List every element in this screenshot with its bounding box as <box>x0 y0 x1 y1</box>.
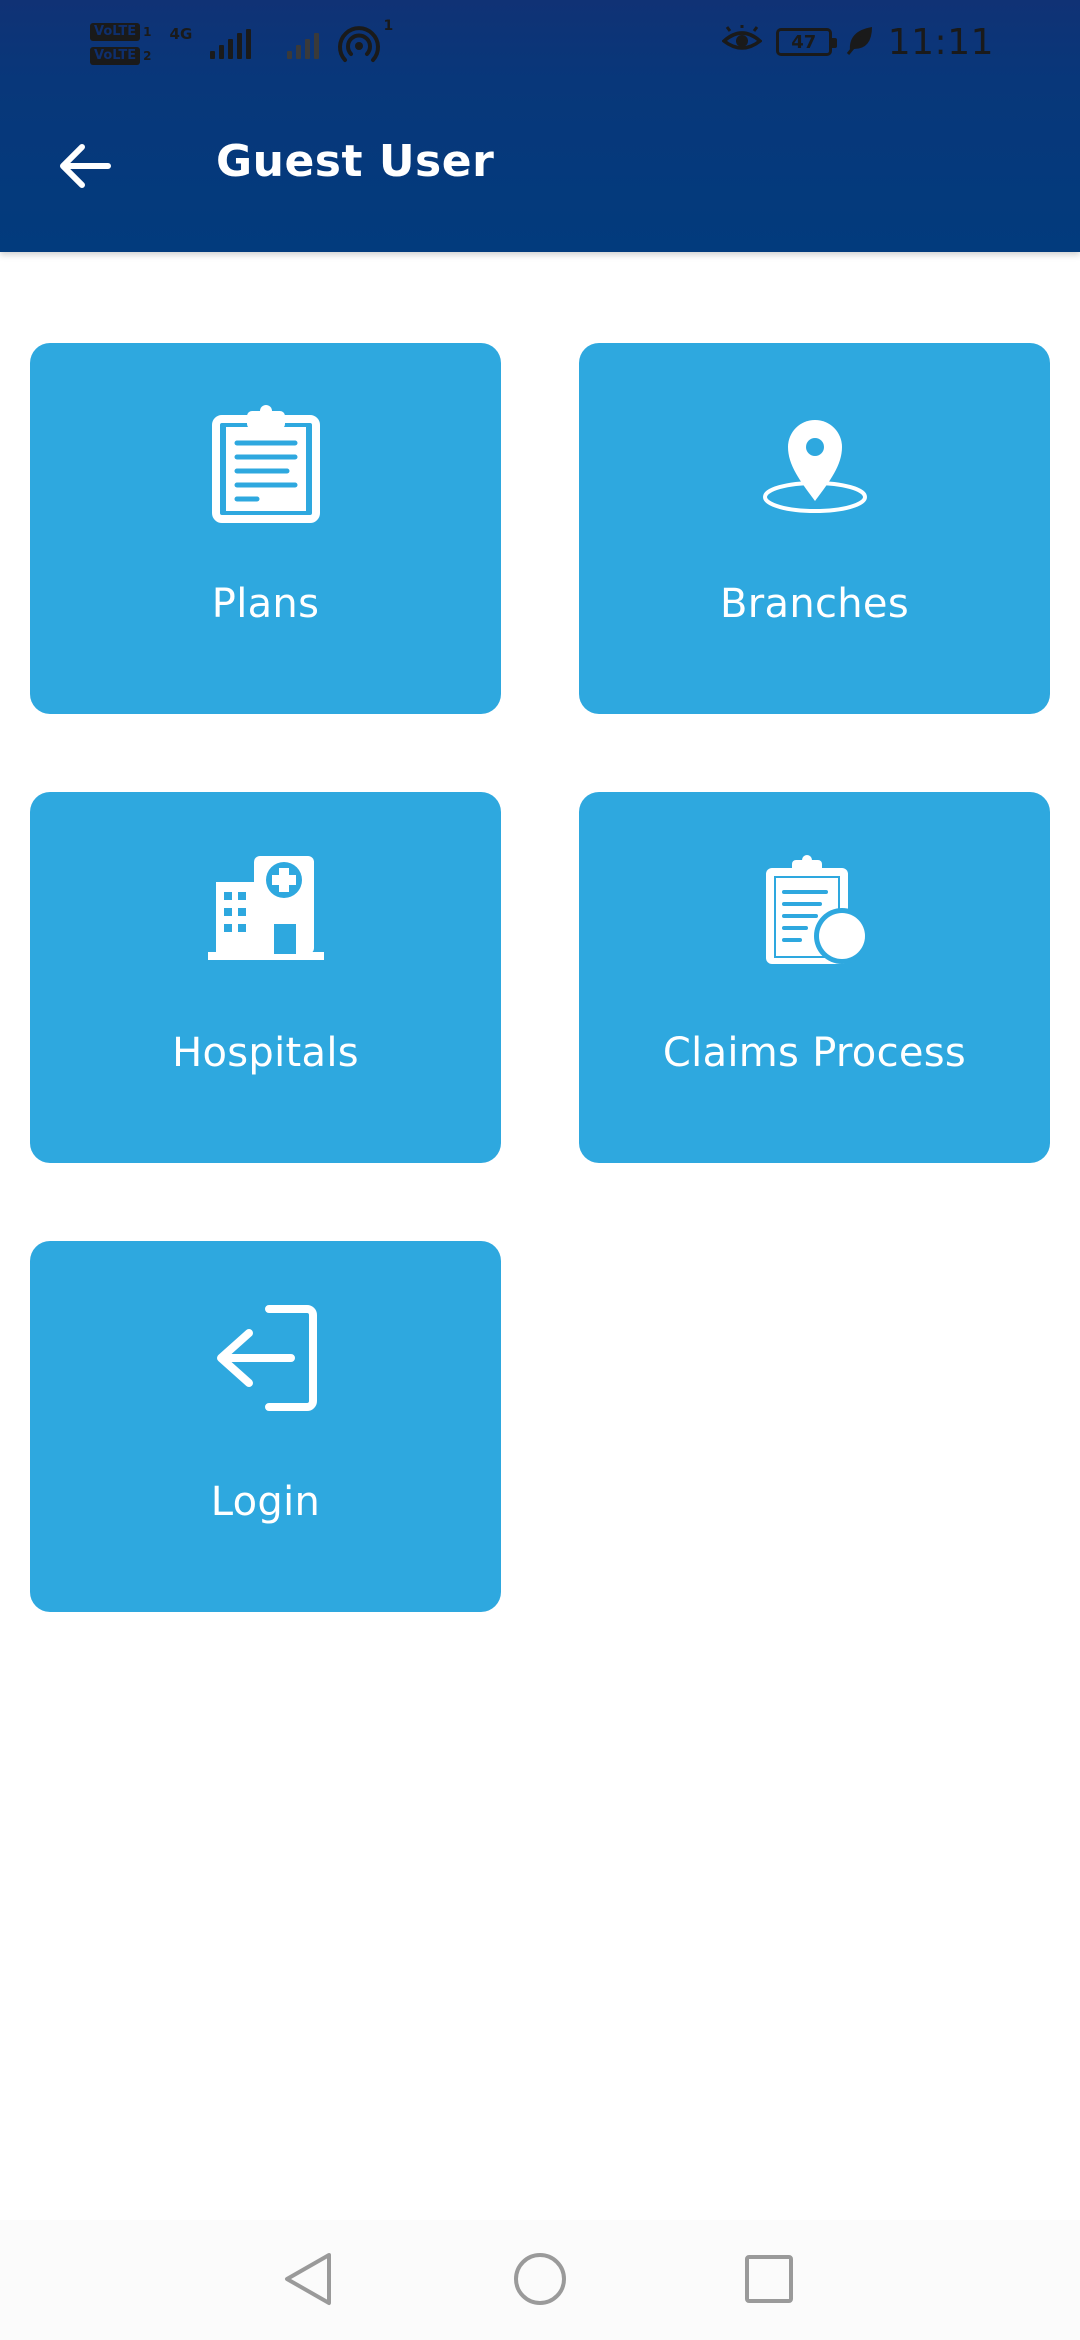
volte-badge: VoLTE <box>90 47 141 65</box>
sim1-number: 1 <box>143 25 152 39</box>
nav-recents-button[interactable] <box>734 2246 804 2316</box>
sim2-number: 2 <box>143 49 152 63</box>
plans-label: Plans <box>211 581 320 627</box>
nav-recents-icon <box>744 2254 794 2308</box>
volte-sim2: VoLTE 2 <box>90 47 152 65</box>
battery-level: 47 <box>791 31 817 53</box>
claims-process-label: Claims Process <box>662 1030 967 1076</box>
clock: 11:11 <box>887 21 994 63</box>
volte-sim1: VoLTE 1 <box>90 23 152 41</box>
hotspot-count: 1 <box>383 18 394 34</box>
hotspot-icon: 1 <box>337 18 393 66</box>
nav-home-button[interactable] <box>505 2246 575 2316</box>
nav-back-button[interactable] <box>273 2246 343 2316</box>
page-title: Guest User <box>216 136 495 187</box>
eye-comfort-icon <box>721 25 763 59</box>
volte-indicators: VoLTE 1 VoLTE 2 <box>90 23 152 65</box>
volte-badge: VoLTE <box>90 23 141 41</box>
hospitals-tile[interactable]: Hospitals <box>30 792 501 1163</box>
clipboard-icon <box>211 405 321 523</box>
back-button[interactable] <box>40 124 128 212</box>
hospitals-label: Hospitals <box>172 1030 359 1076</box>
status-left: VoLTE 1 VoLTE 2 4G 1 <box>90 14 393 74</box>
status-bar: VoLTE 1 VoLTE 2 4G 1 47 11:11 <box>0 0 1080 84</box>
leaf-icon <box>846 25 874 59</box>
login-tile[interactable]: Login <box>30 1241 501 1612</box>
nav-back-icon <box>281 2251 335 2311</box>
branches-tile[interactable]: Branches <box>579 343 1050 714</box>
navigation-bar <box>0 2220 1080 2340</box>
app-bar: Guest User <box>0 84 1080 252</box>
claims-process-tile[interactable]: Claims Process <box>579 792 1050 1163</box>
plans-tile[interactable]: Plans <box>30 343 501 714</box>
nav-home-icon <box>512 2251 568 2311</box>
login-label: Login <box>210 1479 321 1525</box>
network-type: 4G <box>169 25 193 43</box>
signal-sim1-icon <box>210 29 252 59</box>
signal-sim2-icon <box>287 29 320 59</box>
header: VoLTE 1 VoLTE 2 4G 1 47 11:11 Guest User <box>0 0 1080 252</box>
login-icon <box>211 1303 321 1421</box>
location-pin-icon <box>760 405 870 523</box>
claims-clipboard-icon <box>760 854 870 972</box>
arrow-left-icon <box>56 142 112 194</box>
status-right: 47 11:11 <box>721 14 994 70</box>
hospital-icon <box>207 854 324 972</box>
branches-label: Branches <box>720 581 909 627</box>
battery-icon: 47 <box>775 28 837 56</box>
screen: VoLTE 1 VoLTE 2 4G 1 47 11:11 Guest User… <box>0 0 1080 2340</box>
